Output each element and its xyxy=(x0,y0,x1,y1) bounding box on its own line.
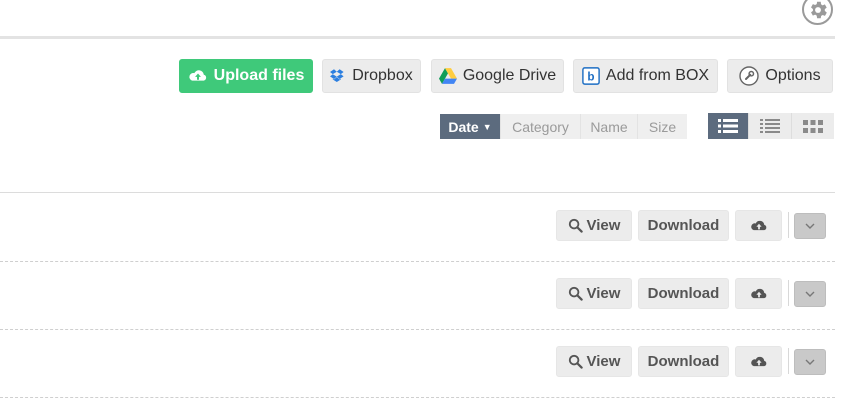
cloud-upload-button[interactable] xyxy=(735,210,782,241)
download-label: Download xyxy=(647,217,720,234)
chevron-down-icon xyxy=(805,223,815,229)
chevron-down-icon xyxy=(805,359,815,365)
chevron-down-icon xyxy=(805,291,815,297)
sort-category-button[interactable]: Category xyxy=(501,114,581,139)
button-group-divider xyxy=(788,280,789,306)
row-divider xyxy=(0,261,835,262)
caret-down-icon: ▼ xyxy=(482,121,492,132)
google-drive-label: Google Drive xyxy=(462,67,557,84)
view-file-label: View xyxy=(586,217,621,234)
dropbox-button[interactable]: Dropbox xyxy=(322,59,421,93)
cloud-upload-icon xyxy=(750,220,766,230)
list-compact-icon xyxy=(760,119,780,133)
row-actions-dropdown[interactable] xyxy=(794,281,826,307)
options-button[interactable]: Options xyxy=(727,59,833,93)
view-file-button[interactable]: View xyxy=(556,210,632,241)
grid-icon xyxy=(803,119,823,133)
row-actions-dropdown[interactable] xyxy=(794,213,826,239)
view-grid-button[interactable] xyxy=(792,113,834,139)
gear-icon xyxy=(810,1,827,18)
svg-text:b: b xyxy=(587,71,594,84)
sort-category-label: Category xyxy=(512,118,569,135)
sort-date-button[interactable]: Date ▼ xyxy=(440,114,501,139)
sort-size-button[interactable]: Size xyxy=(638,114,687,139)
view-file-label: View xyxy=(586,285,621,302)
view-detail-list-button[interactable] xyxy=(708,113,749,139)
options-label: Options xyxy=(765,67,821,84)
list-detail-icon xyxy=(718,119,738,133)
row-divider xyxy=(0,329,835,330)
upload-files-button[interactable]: Upload files xyxy=(179,59,313,93)
button-group-divider xyxy=(788,348,789,374)
download-button[interactable]: Download xyxy=(638,210,729,241)
sort-size-label: Size xyxy=(648,118,677,135)
add-from-box-button[interactable]: b Add from BOX xyxy=(573,59,718,93)
view-file-label: View xyxy=(586,353,621,370)
sort-name-button[interactable]: Name xyxy=(581,114,638,139)
download-button[interactable]: Download xyxy=(638,346,729,377)
view-file-button[interactable]: View xyxy=(556,346,632,377)
cloud-upload-button[interactable] xyxy=(735,346,782,377)
sort-name-label: Name xyxy=(590,118,628,135)
sort-date-label: Date xyxy=(448,118,479,135)
row-divider xyxy=(0,397,835,398)
view-file-button[interactable]: View xyxy=(556,278,632,309)
download-label: Download xyxy=(647,285,720,302)
google-drive-button[interactable]: Google Drive xyxy=(431,59,564,93)
header-divider xyxy=(0,36,835,39)
cloud-upload-icon xyxy=(189,70,206,81)
magnifier-icon xyxy=(568,286,583,301)
add-from-box-label: Add from BOX xyxy=(605,67,710,84)
google-drive-icon xyxy=(438,68,457,84)
box-icon: b xyxy=(582,67,600,85)
magnifier-icon xyxy=(568,354,583,369)
cloud-upload-icon xyxy=(750,356,766,366)
view-compact-list-button[interactable] xyxy=(749,113,792,139)
cloud-upload-button[interactable] xyxy=(735,278,782,309)
wrench-icon xyxy=(739,66,760,86)
download-button[interactable]: Download xyxy=(638,278,729,309)
dropbox-icon xyxy=(330,68,344,82)
button-group-divider xyxy=(788,212,789,238)
row-actions-dropdown[interactable] xyxy=(794,349,826,375)
cloud-upload-icon xyxy=(750,288,766,298)
download-label: Download xyxy=(647,353,720,370)
magnifier-icon xyxy=(568,218,583,233)
upload-files-label: Upload files xyxy=(213,67,305,84)
list-top-divider xyxy=(0,192,835,193)
settings-gear-button[interactable] xyxy=(802,0,833,25)
dropbox-label: Dropbox xyxy=(352,67,413,84)
